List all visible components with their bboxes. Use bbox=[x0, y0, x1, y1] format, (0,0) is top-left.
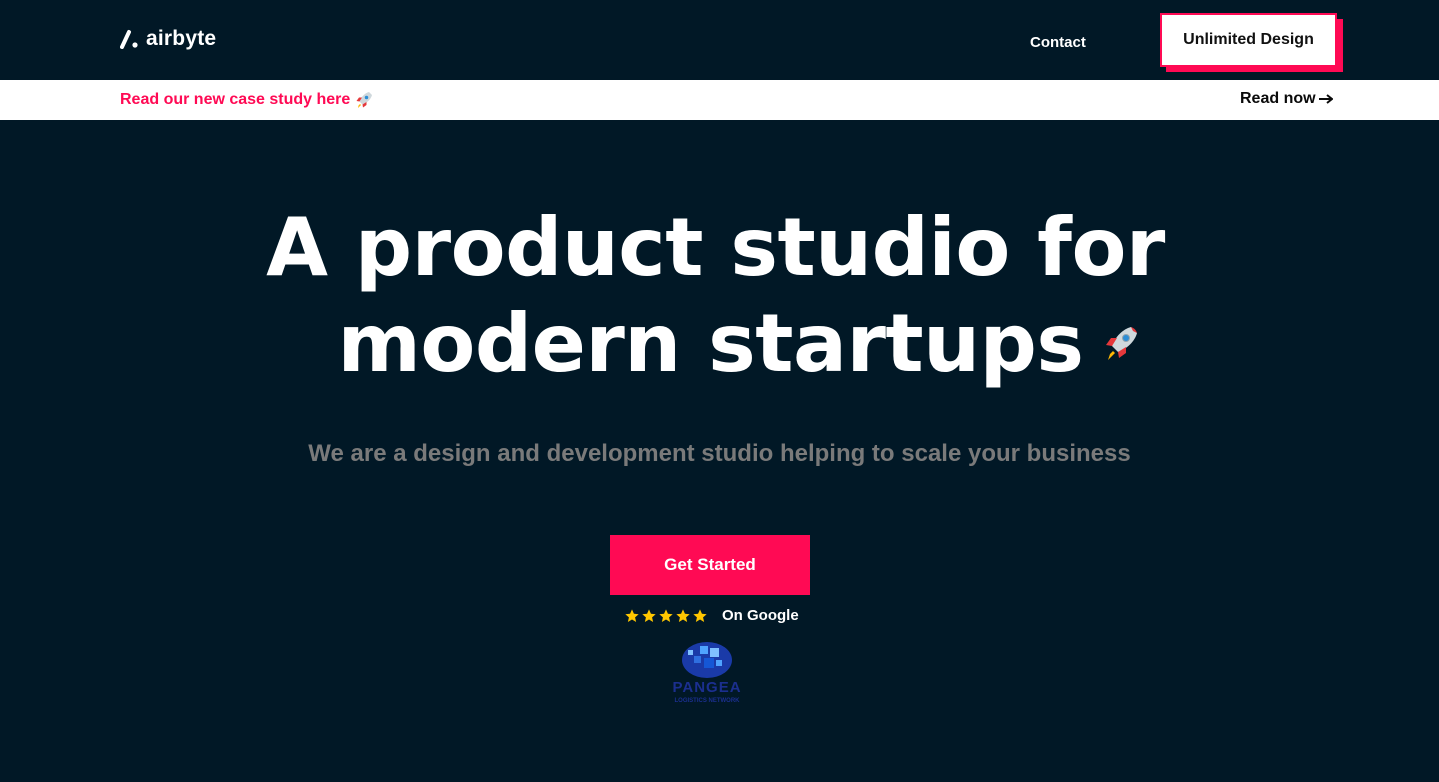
unlimited-design-cta: Unlimited Design bbox=[1160, 13, 1343, 72]
read-now-link[interactable]: Read now bbox=[1240, 90, 1333, 108]
top-nav: airbyte Contact Unlimited Design bbox=[0, 0, 1439, 80]
rocket-icon bbox=[1106, 327, 1138, 361]
star-icon bbox=[642, 608, 656, 622]
logo-link[interactable]: airbyte bbox=[120, 27, 216, 51]
star-icon bbox=[625, 608, 639, 622]
read-now-label: Read now bbox=[1240, 90, 1316, 107]
rocket-icon bbox=[356, 92, 373, 108]
google-rating: On Google bbox=[624, 607, 799, 624]
partner-name: PANGEA bbox=[672, 679, 741, 696]
partner-tagline: LOGISTICS NETWORK bbox=[675, 698, 741, 704]
rating-stars bbox=[624, 608, 709, 624]
hero-title-line-2: modern startups bbox=[0, 296, 1439, 392]
pangea-partner-logo: PANGEA LOGISTICS NETWORK bbox=[672, 642, 741, 704]
case-study-text: Read our new case study here bbox=[120, 91, 351, 108]
star-icon bbox=[659, 608, 673, 622]
case-study-link[interactable]: Read our new case study here bbox=[120, 90, 374, 110]
get-started-button[interactable]: Get Started bbox=[610, 535, 810, 595]
announcement-bar: Read our new case study here Read now bbox=[0, 80, 1439, 120]
unlimited-design-button[interactable]: Unlimited Design bbox=[1160, 13, 1337, 67]
airbyte-logo-icon bbox=[120, 30, 138, 49]
arrow-right-icon bbox=[1318, 94, 1333, 104]
nav-contact-link[interactable]: Contact bbox=[1030, 34, 1086, 51]
hero-title-line-2-text: modern startups bbox=[337, 297, 1084, 390]
star-icon bbox=[693, 608, 707, 622]
star-icon bbox=[676, 608, 690, 622]
hero-subtitle: We are a design and development studio h… bbox=[308, 440, 1131, 467]
page: airbyte Contact Unlimited Design Read ou… bbox=[0, 0, 1439, 782]
hero-title: A product studio for modern startups bbox=[0, 200, 1439, 392]
rating-source-text: On Google bbox=[722, 607, 799, 624]
logo-text: airbyte bbox=[146, 27, 217, 50]
hero-title-line-1: A product studio for bbox=[266, 201, 1165, 294]
